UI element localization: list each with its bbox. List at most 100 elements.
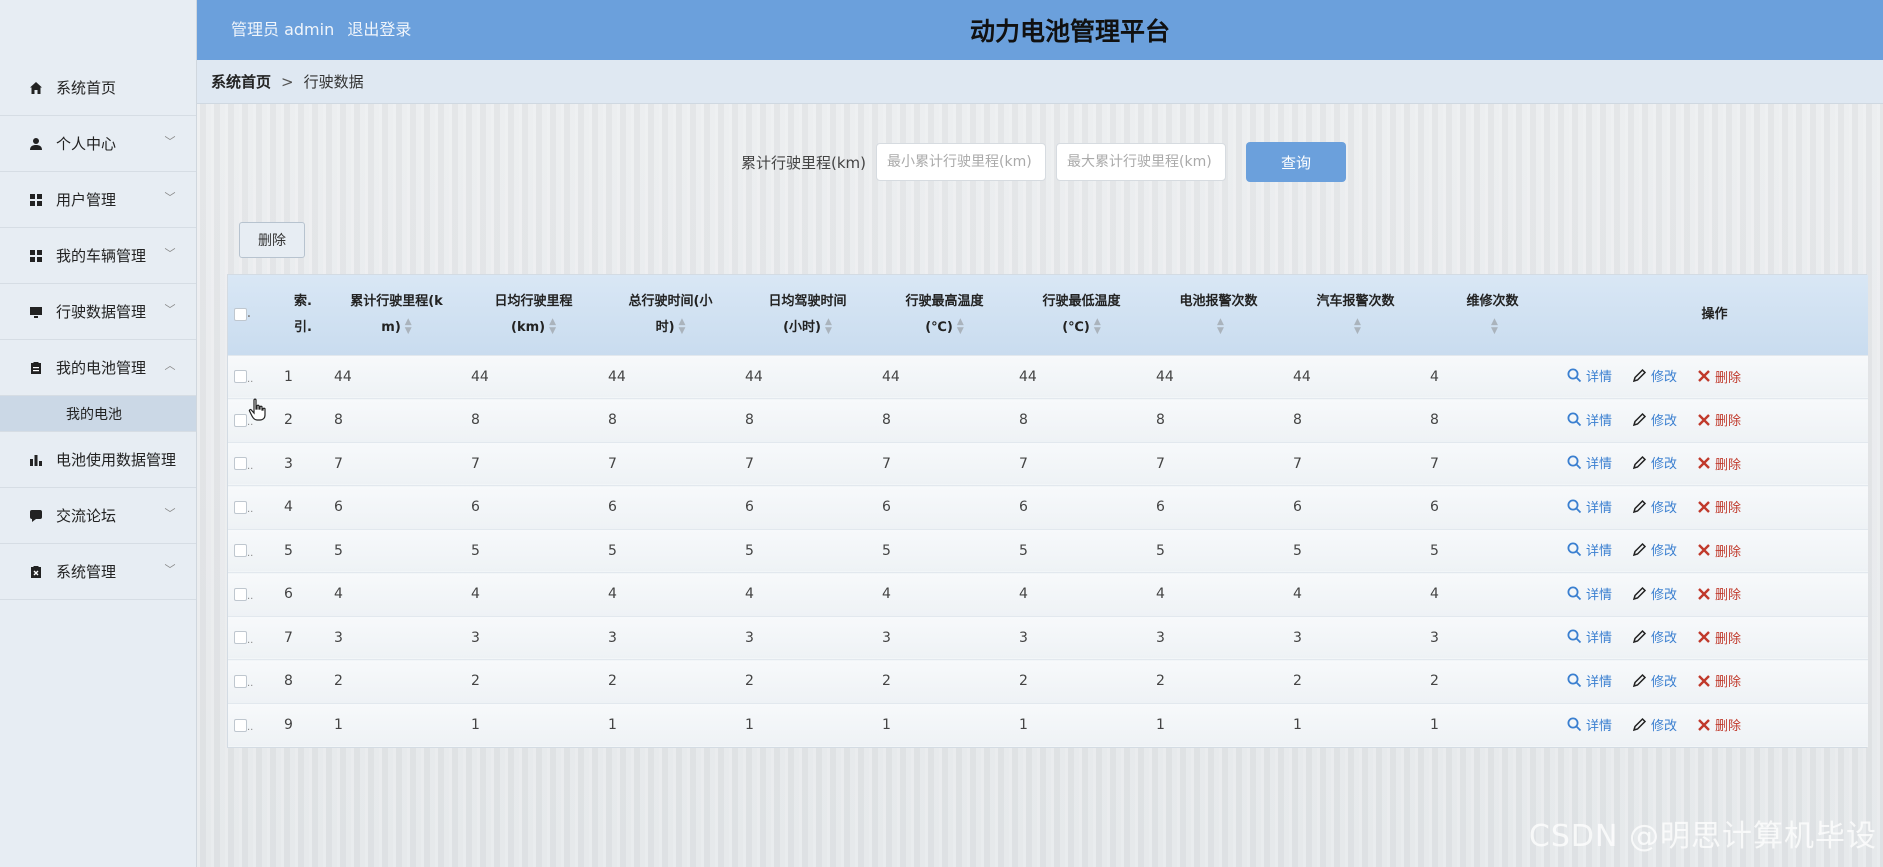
max-mileage-input[interactable] bbox=[1056, 143, 1227, 181]
sidebar-item-2[interactable]: 用户管理 ﹀ bbox=[0, 172, 196, 228]
min-mileage-input[interactable] bbox=[876, 143, 1047, 181]
column-header-1[interactable]: 累计行驶里程(k m) ▲ ▼ bbox=[328, 275, 465, 355]
row-checkbox[interactable] bbox=[234, 544, 247, 558]
delete-button[interactable]: 删除 bbox=[1697, 497, 1741, 516]
column-header-2[interactable]: 日均行驶里程 (km) ▲ ▼ bbox=[465, 275, 602, 355]
sidebar-item-3[interactable]: 我的车辆管理 ﹀ bbox=[0, 228, 196, 284]
sort-icon[interactable]: ▲ ▼ bbox=[825, 318, 832, 336]
delete-label: 删除 bbox=[1715, 370, 1742, 386]
row-checkbox[interactable] bbox=[234, 413, 247, 427]
edit-button[interactable]: 修改 bbox=[1632, 540, 1677, 559]
submenu-item-my-battery[interactable]: 我的电池 bbox=[0, 396, 196, 432]
sidebar-item-label: 电池使用数据管理 bbox=[56, 451, 177, 469]
delete-button[interactable]: 删除 bbox=[1697, 410, 1741, 429]
sort-icon[interactable]: ▲ ▼ bbox=[549, 318, 556, 336]
table-cell: 7 bbox=[1424, 441, 1561, 486]
table-cell: 4 bbox=[1424, 572, 1561, 616]
row-checkbox[interactable] bbox=[234, 674, 247, 688]
edit-button[interactable]: 修改 bbox=[1632, 715, 1677, 734]
column-header-6[interactable]: 行驶最低温度 (℃) ▲ ▼ bbox=[1013, 275, 1150, 355]
sidebar-item-8[interactable]: 系统管理 ﹀ bbox=[0, 544, 196, 600]
row-checkbox[interactable] bbox=[234, 370, 247, 384]
detail-button[interactable]: 详情 bbox=[1567, 410, 1612, 429]
edit-label: 修改 bbox=[1651, 631, 1678, 647]
row-checkbox[interactable] bbox=[234, 631, 247, 645]
edit-button[interactable]: 修改 bbox=[1632, 671, 1677, 690]
delete-button[interactable]: 删除 bbox=[1697, 715, 1741, 734]
chevron-down-icon: ﹀ bbox=[164, 562, 176, 576]
delete-label: 删除 bbox=[1715, 544, 1742, 560]
sidebar-item-0[interactable]: 系统首页 bbox=[0, 60, 196, 116]
delete-button[interactable]: 删除 bbox=[1697, 671, 1741, 690]
detail-button[interactable]: 详情 bbox=[1567, 715, 1612, 734]
table-cell: 8 bbox=[876, 398, 1013, 442]
select-all-checkbox[interactable] bbox=[234, 307, 247, 321]
data-table: . 索. 引. 累计行驶里程(k m) ▲ ▼ 日均行驶里程 (km) ▲ ▼ 总行驶时间(小 时) ▲ ▼… bbox=[227, 274, 1868, 748]
edit-button[interactable]: 修改 bbox=[1632, 366, 1677, 385]
detail-button[interactable]: 详情 bbox=[1567, 497, 1612, 516]
table-cell: 44 bbox=[465, 354, 602, 399]
batch-delete-button[interactable]: 删除 bbox=[239, 222, 305, 258]
breadcrumb-home[interactable]: 系统首页 bbox=[211, 71, 271, 92]
sort-icon[interactable]: ▲ ▼ bbox=[1491, 318, 1498, 336]
sidebar-item-4[interactable]: 行驶数据管理 ﹀ bbox=[0, 284, 196, 340]
detail-button[interactable]: 详情 bbox=[1567, 627, 1612, 646]
row-checkbox[interactable] bbox=[234, 457, 247, 471]
sidebar-item-7[interactable]: 交流论坛 ﹀ bbox=[0, 488, 196, 544]
pencil-icon bbox=[1632, 543, 1647, 557]
detail-button[interactable]: 详情 bbox=[1567, 671, 1612, 690]
edit-button[interactable]: 修改 bbox=[1632, 497, 1677, 516]
sort-icon[interactable]: ▲ ▼ bbox=[679, 318, 686, 336]
sidebar-item-1[interactable]: 个人中心 ﹀ bbox=[0, 116, 196, 172]
sort-icon[interactable]: ▲ ▼ bbox=[1217, 318, 1224, 336]
row-checkbox-cell: .. bbox=[228, 659, 278, 703]
row-checkbox[interactable] bbox=[234, 718, 247, 732]
column-header-4[interactable]: 日均驾驶时间 (小时) ▲ ▼ bbox=[739, 275, 876, 355]
table-cell: 2 bbox=[1424, 659, 1561, 703]
row-checkbox[interactable] bbox=[234, 500, 247, 514]
column-header-line1: 日均行驶里程 bbox=[494, 293, 573, 309]
column-header-9[interactable]: 维修次数 ▲ ▼ bbox=[1424, 275, 1561, 355]
sidebar-item-6[interactable]: 电池使用数据管理 bbox=[0, 432, 196, 488]
column-header-3[interactable]: 总行驶时间(小 时) ▲ ▼ bbox=[602, 275, 739, 355]
edit-button[interactable]: 修改 bbox=[1632, 453, 1677, 472]
detail-button[interactable]: 详情 bbox=[1567, 453, 1612, 472]
column-header-8[interactable]: 汽车报警次数 ▲ ▼ bbox=[1287, 275, 1424, 355]
edit-label: 修改 bbox=[1651, 674, 1678, 690]
actions-cell: 详情 修改 删除 bbox=[1561, 702, 1868, 747]
table-cell: 4 bbox=[1424, 354, 1561, 399]
edit-label: 修改 bbox=[1651, 718, 1678, 734]
delete-button[interactable]: 删除 bbox=[1697, 628, 1741, 647]
detail-label: 详情 bbox=[1586, 457, 1613, 473]
table-cell: 5 bbox=[1424, 528, 1561, 573]
sidebar-item-5[interactable]: 我的电池管理 ︿ bbox=[0, 340, 196, 396]
delete-button[interactable]: 删除 bbox=[1697, 541, 1741, 560]
column-header-5[interactable]: 行驶最高温度 (℃) ▲ ▼ bbox=[876, 275, 1013, 355]
table-cell: 44 bbox=[1150, 354, 1287, 399]
delete-button[interactable]: 删除 bbox=[1697, 367, 1741, 386]
query-button[interactable]: 查询 bbox=[1246, 142, 1347, 182]
detail-button[interactable]: 详情 bbox=[1567, 540, 1612, 559]
table-cell: 5 bbox=[465, 528, 602, 573]
column-header-7[interactable]: 电池报警次数 ▲ ▼ bbox=[1150, 275, 1287, 355]
pencil-icon bbox=[1632, 673, 1647, 687]
detail-button[interactable]: 详情 bbox=[1567, 584, 1612, 603]
delete-button[interactable]: 删除 bbox=[1697, 584, 1741, 603]
actions-cell: 详情 修改 删除 bbox=[1561, 659, 1868, 703]
sort-icon[interactable]: ▲ ▼ bbox=[405, 318, 412, 336]
pencil-icon bbox=[1632, 630, 1647, 644]
detail-button[interactable]: 详情 bbox=[1567, 366, 1612, 385]
sort-icon[interactable]: ▲ ▼ bbox=[1354, 318, 1361, 336]
sort-icon[interactable]: ▲ ▼ bbox=[1094, 318, 1101, 336]
table-cell: 6 bbox=[876, 485, 1013, 529]
sidebar-item-label: 我的车辆管理 bbox=[56, 247, 147, 265]
edit-button[interactable]: 修改 bbox=[1632, 584, 1677, 603]
edit-button[interactable]: 修改 bbox=[1632, 627, 1677, 646]
sidebar-item-label: 个人中心 bbox=[56, 135, 117, 153]
delete-button[interactable]: 删除 bbox=[1697, 454, 1741, 473]
sort-icon[interactable]: ▲ ▼ bbox=[957, 318, 964, 336]
chevron-down-icon: ﹀ bbox=[164, 506, 176, 520]
delete-label: 删除 bbox=[1715, 457, 1742, 473]
edit-button[interactable]: 修改 bbox=[1632, 410, 1677, 429]
row-checkbox[interactable] bbox=[234, 587, 247, 601]
